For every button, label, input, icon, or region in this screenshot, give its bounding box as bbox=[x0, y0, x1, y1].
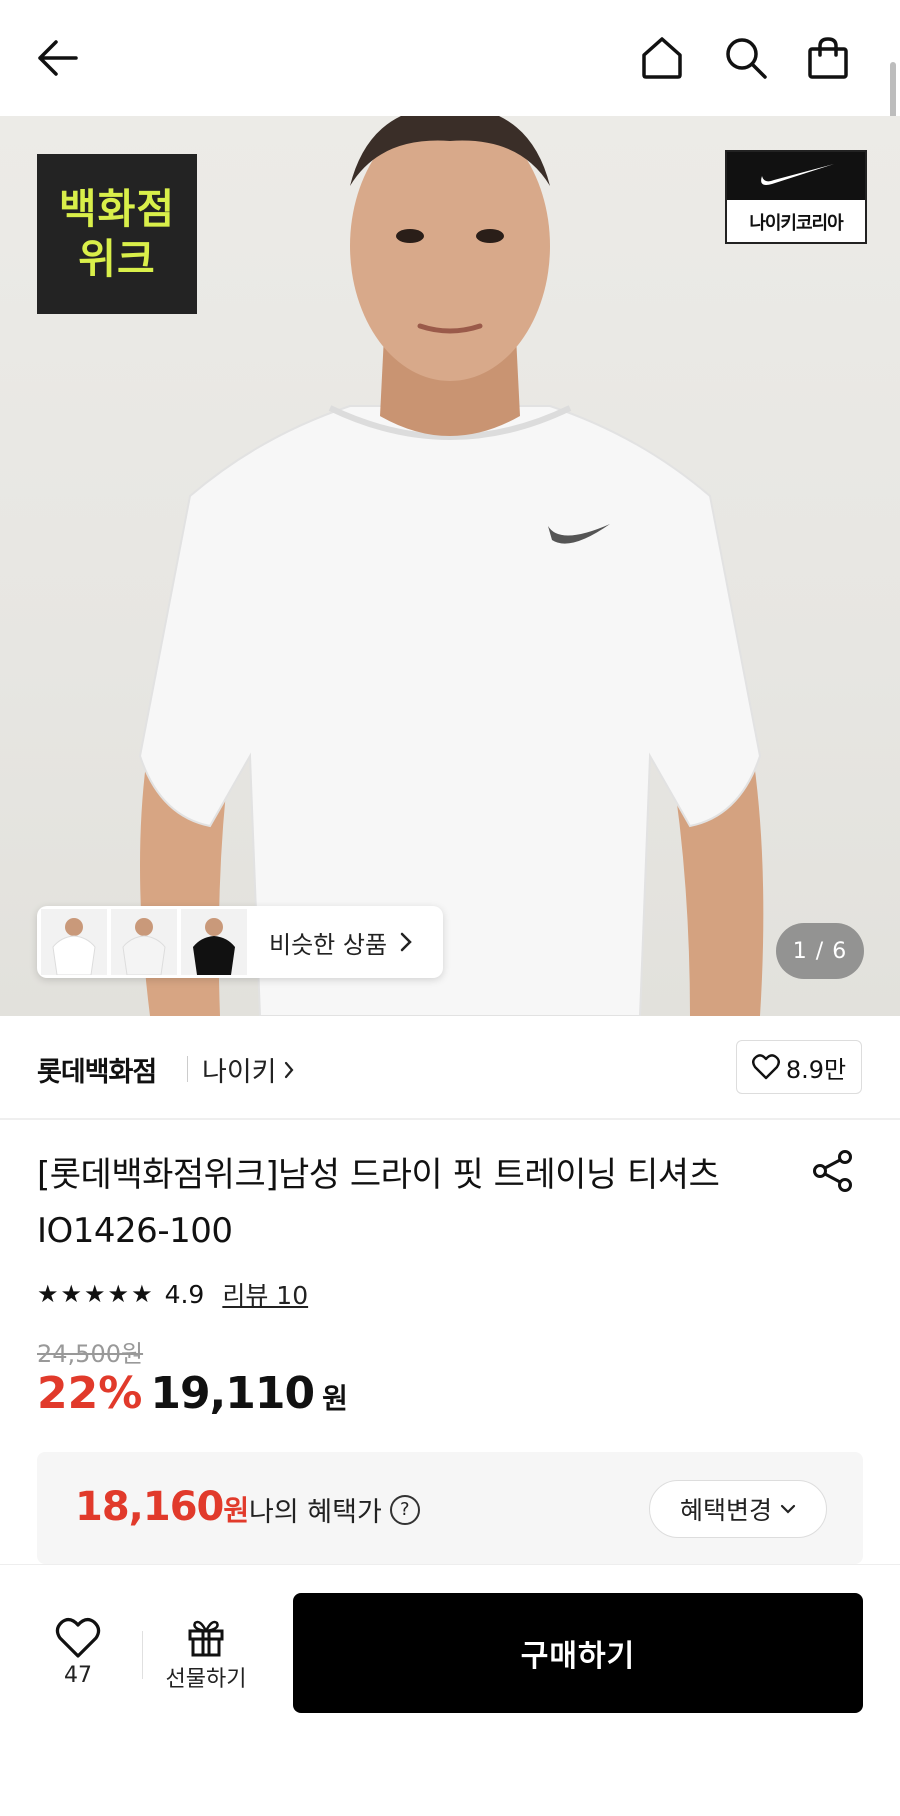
share-icon[interactable] bbox=[808, 1146, 858, 1196]
brand-name: 나이키 bbox=[202, 1057, 277, 1088]
original-price: 24,500원 bbox=[37, 1340, 144, 1368]
product-image[interactable]: 백화점 위크 나이키코리아 비슷한 상품 1 / 6 bbox=[0, 116, 900, 1016]
benefit-label: 나의 혜택가 bbox=[249, 1497, 382, 1528]
home-icon[interactable] bbox=[634, 30, 690, 86]
bottom-action-bar: 47 선물하기 구매하기 bbox=[0, 1564, 900, 1816]
nike-swoosh-icon bbox=[727, 152, 865, 200]
brand-like-button[interactable]: 8.9만 bbox=[736, 1040, 862, 1094]
discount-rate: 22% bbox=[37, 1368, 143, 1419]
gift-label: 선물하기 bbox=[165, 1667, 247, 1692]
chevron-right-icon bbox=[400, 932, 412, 952]
benefit-box: 18,160원 나의 혜택가 ? 혜택변경 bbox=[37, 1452, 863, 1564]
gift-icon bbox=[188, 1620, 224, 1657]
sale-price: 19,110 bbox=[150, 1368, 315, 1419]
brand-link[interactable]: 나이키 bbox=[202, 1050, 295, 1089]
divider bbox=[142, 1631, 143, 1679]
similar-thumb-1[interactable] bbox=[41, 909, 107, 975]
image-counter: 1 / 6 bbox=[776, 923, 864, 979]
buy-button[interactable]: 구매하기 bbox=[293, 1593, 863, 1713]
change-benefit-button[interactable]: 혜택변경 bbox=[649, 1480, 827, 1538]
top-bar bbox=[0, 0, 900, 116]
store-name[interactable]: 롯데백화점 bbox=[37, 1050, 157, 1089]
heart-icon bbox=[55, 1618, 101, 1658]
benefit-label-row: 나의 혜택가 ? bbox=[249, 1490, 420, 1529]
change-benefit-label: 혜택변경 bbox=[679, 1496, 772, 1525]
search-icon[interactable] bbox=[718, 30, 774, 86]
benefit-price-value: 18,160 bbox=[75, 1484, 224, 1530]
department-week-badge: 백화점 위크 bbox=[37, 154, 197, 314]
brand-like-count: 8.9만 bbox=[785, 1055, 847, 1084]
shopping-bag-icon[interactable] bbox=[800, 30, 856, 86]
divider bbox=[187, 1056, 188, 1082]
heart-icon bbox=[751, 1054, 780, 1080]
rating-row: ★★★★★ 4.9 리뷰 10 bbox=[37, 1276, 308, 1312]
help-icon[interactable]: ? bbox=[389, 1494, 420, 1525]
sale-price-unit: 원 bbox=[322, 1382, 348, 1415]
rating-value: 4.9 bbox=[164, 1279, 205, 1309]
benefit-price-unit: 원 bbox=[223, 1494, 249, 1527]
similar-products-label: 비슷한 상품 bbox=[269, 930, 388, 959]
benefit-price: 18,160원 bbox=[75, 1484, 249, 1530]
gift-button[interactable]: 선물하기 bbox=[156, 1617, 256, 1693]
similar-thumb-2[interactable] bbox=[111, 909, 177, 975]
arrow-left-icon[interactable] bbox=[28, 30, 84, 86]
similar-products-button[interactable]: 비슷한 상품 bbox=[37, 906, 443, 978]
star-rating-icon: ★★★★★ bbox=[37, 1280, 155, 1308]
product-title: [롯데백화점위크]남성 드라이 핏 트레이닝 티셔츠 IO1426-100 bbox=[37, 1155, 720, 1251]
brand-row: 롯데백화점 나이키 8.9만 bbox=[0, 1016, 900, 1120]
wishlist-count: 47 bbox=[64, 1663, 92, 1688]
wishlist-button[interactable]: 47 bbox=[40, 1617, 116, 1688]
chevron-down-icon bbox=[780, 1504, 796, 1514]
nike-korea-badge: 나이키코리아 bbox=[725, 150, 867, 244]
similar-thumb-3[interactable] bbox=[181, 909, 247, 975]
price-row: 22% 19,110 원 bbox=[37, 1368, 348, 1419]
review-link[interactable]: 리뷰 10 bbox=[222, 1276, 308, 1312]
brand-badge-label: 나이키코리아 bbox=[749, 213, 843, 234]
chevron-right-icon bbox=[284, 1061, 293, 1078]
